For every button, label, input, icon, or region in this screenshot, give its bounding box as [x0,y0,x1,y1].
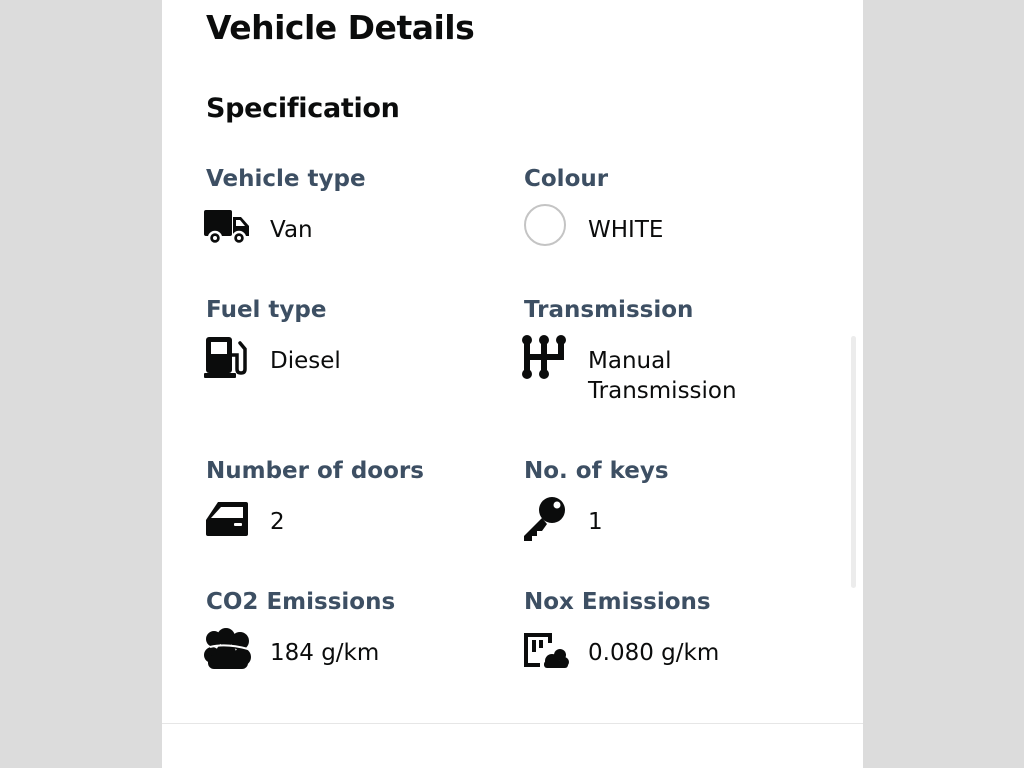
spec-value: 184 g/km [270,640,380,666]
factory-emissions-icon [522,627,570,673]
car-door-icon [204,496,252,542]
gear-shift-icon [522,335,570,381]
spec-label: Fuel type [206,297,327,323]
colour-swatch [524,204,566,246]
spec-label: Colour [524,166,609,192]
spec-value: Diesel [270,348,341,374]
scrollbar[interactable] [851,336,856,588]
fuel-pump-icon [204,335,252,381]
spec-label: Vehicle type [206,166,366,192]
spec-label: CO2 Emissions [206,589,396,615]
spec-value: 2 [270,509,285,535]
spec-label: Number of doors [206,458,424,484]
spec-value: WHITE [588,217,664,243]
spec-label: No. of keys [524,458,669,484]
cloud-icon [204,627,252,673]
spec-label: Transmission [524,297,694,323]
divider [162,723,863,724]
key-icon [522,496,570,542]
van-icon [204,204,252,250]
section-title-specification: Specification [206,93,400,124]
spec-label: Nox Emissions [524,589,711,615]
spec-value: Manual Transmission [588,348,737,404]
spec-value: Van [270,217,313,243]
spec-value: 0.080 g/km [588,640,720,666]
spec-value: 1 [588,509,603,535]
vehicle-details-panel: Vehicle Details Specification Vehicle ty… [162,0,863,768]
page-title: Vehicle Details [206,8,475,47]
